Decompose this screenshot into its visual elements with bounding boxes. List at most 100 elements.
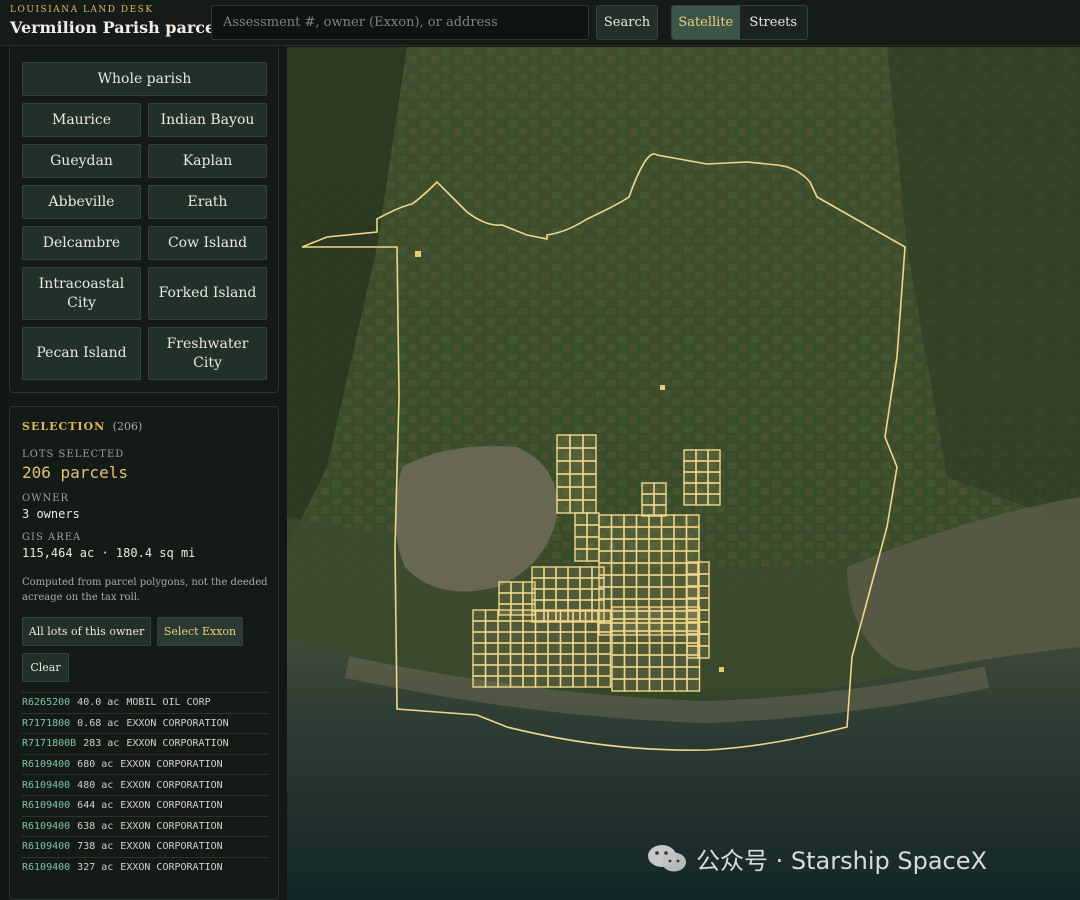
parcel-cell[interactable] [683, 471, 697, 484]
parcel-cell[interactable] [673, 574, 688, 588]
parcel-cell[interactable] [510, 581, 524, 594]
parcel-cell[interactable] [660, 538, 675, 552]
parcel-cell[interactable] [569, 447, 584, 462]
parcel-cell[interactable] [648, 666, 663, 680]
parcel-cell[interactable] [611, 666, 626, 680]
parcel-cell[interactable] [660, 514, 675, 528]
parcel-cell[interactable] [661, 630, 676, 644]
parcel-cell[interactable] [497, 675, 512, 688]
parcel-cell[interactable] [574, 536, 588, 550]
parcel-cell[interactable] [623, 678, 638, 692]
parcel-cell[interactable] [543, 588, 557, 601]
parcel-cell[interactable] [556, 434, 571, 449]
parcel-cell[interactable] [497, 653, 512, 666]
parcel-cell[interactable] [610, 562, 625, 576]
parcel-cell[interactable] [610, 514, 625, 528]
parcel-cell[interactable] [534, 631, 549, 644]
parcel-row[interactable]: R6109400 644 ac EXXON CORPORATION [22, 794, 268, 816]
parcel-cell[interactable] [686, 645, 699, 659]
parcel-cell[interactable] [623, 654, 638, 668]
parcel-cell[interactable] [531, 566, 545, 579]
parcel-cell[interactable] [597, 631, 612, 644]
parcel-cell[interactable] [584, 620, 599, 633]
parcel-cell[interactable] [636, 606, 651, 620]
parcel-cell[interactable] [686, 597, 699, 611]
parcel-cell[interactable] [567, 577, 581, 590]
area-button-delcambre[interactable]: Delcambre [22, 226, 141, 260]
parcel-cell[interactable] [648, 606, 663, 620]
parcel-cell[interactable] [695, 471, 709, 484]
parcel-cell[interactable] [497, 642, 512, 655]
parcel-cell[interactable] [610, 574, 625, 588]
parcel-cell[interactable] [574, 524, 588, 538]
parcel-cell[interactable] [673, 642, 688, 656]
parcel-cell[interactable] [648, 654, 663, 668]
parcel-cell[interactable] [547, 620, 562, 633]
parcel-cell[interactable] [543, 566, 557, 579]
parcel-cell[interactable] [547, 631, 562, 644]
parcel-cell[interactable] [707, 493, 721, 506]
parcel-cell[interactable] [509, 664, 524, 677]
parcel-cell[interactable] [661, 654, 676, 668]
parcel-cell[interactable] [673, 654, 688, 668]
parcel-cell[interactable] [584, 631, 599, 644]
parcel-cell[interactable] [673, 606, 688, 620]
parcel-cell[interactable] [661, 666, 676, 680]
search-input[interactable] [211, 5, 589, 40]
area-button-intracoastal-city[interactable]: Intracoastal City [22, 267, 141, 320]
parcel-cell[interactable] [686, 573, 699, 587]
parcel-cell[interactable] [584, 653, 599, 666]
parcel-cell[interactable] [597, 620, 612, 633]
area-button-kaplan[interactable]: Kaplan [148, 144, 267, 178]
parcel-cell[interactable] [697, 633, 710, 647]
parcel-marker[interactable] [415, 251, 421, 257]
parcel-cell[interactable] [611, 618, 626, 632]
parcel-cell[interactable] [582, 447, 597, 462]
parcel-cell[interactable] [567, 566, 581, 579]
parcel-cell[interactable] [559, 620, 574, 633]
parcel-cell[interactable] [673, 514, 688, 528]
parcel-cell[interactable] [598, 526, 613, 540]
parcel-cell[interactable] [635, 526, 650, 540]
parcel-cell[interactable] [522, 581, 536, 594]
parcel-cell[interactable] [653, 493, 667, 506]
parcel-cell[interactable] [653, 504, 667, 517]
parcel-cell[interactable] [598, 550, 613, 564]
parcel-cell[interactable] [472, 642, 487, 655]
parcel-cell[interactable] [685, 538, 700, 552]
whole-parish-button[interactable]: Whole parish [22, 62, 267, 96]
parcel-cell[interactable] [547, 642, 562, 655]
parcel-cell[interactable] [610, 526, 625, 540]
parcel-cell[interactable] [623, 514, 638, 528]
parcel-cell[interactable] [610, 538, 625, 552]
parcel-cell[interactable] [635, 586, 650, 600]
parcel-cell[interactable] [472, 609, 487, 622]
parcel-cell[interactable] [582, 486, 597, 501]
parcel-cell[interactable] [484, 642, 499, 655]
parcel-cell[interactable] [597, 675, 612, 688]
parcel-cell[interactable] [661, 678, 676, 692]
parcel-cell[interactable] [569, 473, 584, 488]
parcel-cell[interactable] [660, 574, 675, 588]
area-button-abbeville[interactable]: Abbeville [22, 185, 141, 219]
parcel-cell[interactable] [661, 606, 676, 620]
parcel-cell[interactable] [555, 577, 569, 590]
parcel-marker[interactable] [719, 667, 724, 672]
area-button-gueydan[interactable]: Gueydan [22, 144, 141, 178]
area-button-indian-bayou[interactable]: Indian Bayou [148, 103, 267, 137]
parcel-cell[interactable] [584, 642, 599, 655]
parcel-cell[interactable] [497, 631, 512, 644]
parcel-cell[interactable] [598, 514, 613, 528]
parcel-cell[interactable] [685, 526, 700, 540]
parcel-cell[interactable] [555, 588, 569, 601]
parcel-cell[interactable] [497, 664, 512, 677]
parcel-cell[interactable] [582, 434, 597, 449]
parcel-cell[interactable] [569, 499, 584, 514]
parcel-cell[interactable] [635, 562, 650, 576]
parcel-cell[interactable] [660, 586, 675, 600]
parcel-cell[interactable] [556, 473, 571, 488]
parcel-row[interactable]: R6109400 480 ac EXXON CORPORATION [22, 774, 268, 795]
parcel-cell[interactable] [567, 588, 581, 601]
parcel-cell[interactable] [559, 664, 574, 677]
area-button-maurice[interactable]: Maurice [22, 103, 141, 137]
